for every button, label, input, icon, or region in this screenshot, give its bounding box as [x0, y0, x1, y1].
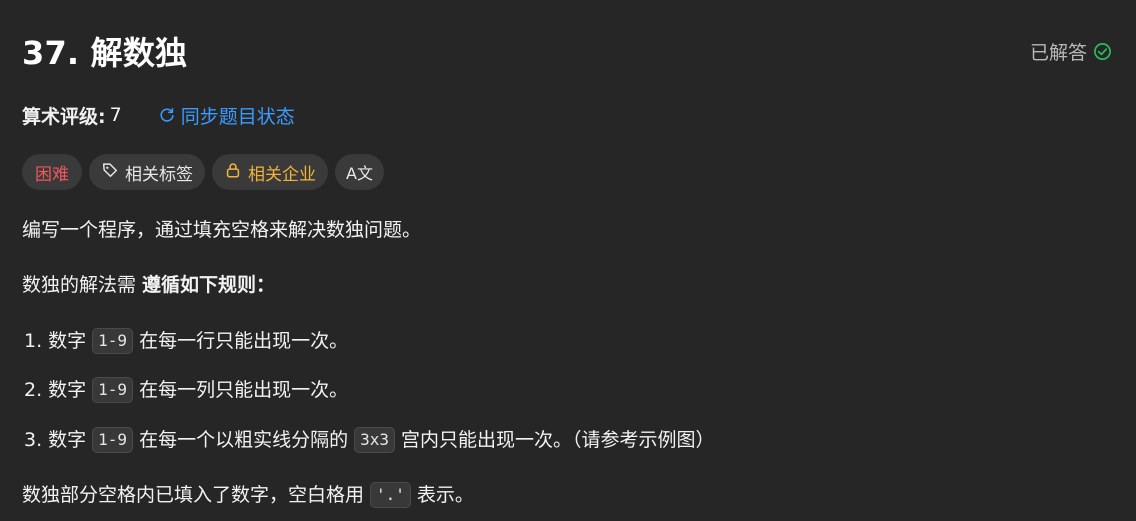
solved-label: 已解答: [1029, 41, 1087, 64]
related-tags-button[interactable]: 相关标签: [89, 154, 205, 190]
note-prefix: 数独部分空格内已填入了数字，空白格用: [22, 484, 365, 506]
related-tags-label: 相关标签: [125, 164, 193, 185]
inline-code: 1-9: [92, 427, 134, 453]
inline-code: 1-9: [92, 377, 134, 403]
rule-prefix: 数字: [48, 379, 87, 401]
problem-title[interactable]: 37. 解数独: [22, 28, 187, 74]
inline-code: 1-9: [92, 328, 134, 354]
related-companies-button[interactable]: 相关企业: [212, 154, 328, 190]
rules-intro-prefix: 数独的解法需: [22, 274, 143, 296]
note-suffix: 表示。: [416, 484, 474, 506]
sync-status-button[interactable]: 同步题目状态: [158, 102, 295, 129]
rule-number: 3.: [24, 429, 43, 451]
rule-prefix: 数字: [48, 429, 87, 451]
difficulty-label: 困难: [35, 164, 69, 185]
rules-intro-bold: 遵循如下规则：: [142, 274, 276, 296]
rule-prefix: 数字: [48, 330, 87, 352]
rule-middle: 在每一个以粗实线分隔的: [139, 429, 349, 451]
rating-label: 算术评级:: [22, 105, 106, 128]
lock-icon: [224, 161, 242, 184]
translate-label: A文: [346, 164, 373, 183]
input-format-note: 数独部分空格内已填入了数字，空白格用 '.' 表示。: [22, 481, 474, 509]
refresh-icon: [158, 106, 176, 124]
rules-intro: 数独的解法需 遵循如下规则：: [22, 271, 275, 299]
rule-number: 1.: [24, 330, 43, 352]
tag-icon: [101, 161, 119, 184]
solved-status: 已解答: [1030, 38, 1112, 65]
problem-description-panel: 37. 解数独 已解答 算术评级: 7 同步题目状态 困难 相关标签 相关企业 …: [0, 0, 1136, 521]
title-row: 37. 解数独 已解答: [22, 28, 1112, 74]
rule-number: 2.: [24, 379, 43, 401]
rule-item: 3. 数字 1-9 在每一个以粗实线分隔的 3x3 宫内只能出现一次。（请参考示…: [24, 426, 715, 454]
sync-label: 同步题目状态: [180, 105, 295, 128]
difficulty-badge: 困难: [22, 154, 82, 190]
rule-item: 1. 数字 1-9 在每一行只能出现一次。: [24, 327, 348, 355]
inline-code: '.': [370, 482, 411, 508]
inline-code: 3x3: [354, 427, 395, 453]
check-circle-icon: [1093, 42, 1112, 61]
rating-value: 7: [109, 104, 122, 126]
meta-row: 算术评级: 7 同步题目状态: [22, 100, 295, 130]
description-intro: 编写一个程序，通过填充空格来解决数独问题。: [22, 219, 422, 241]
rule-suffix: 在每一列只能出现一次。: [139, 379, 349, 401]
rule-suffix: 在每一行只能出现一次。: [139, 330, 349, 352]
rule-suffix: 宫内只能出现一次。（请参考示例图）: [400, 429, 715, 451]
related-companies-label: 相关企业: [248, 164, 316, 185]
rule-item: 2. 数字 1-9 在每一列只能出现一次。: [24, 376, 348, 404]
tags-row: 困难 相关标签 相关企业 A文: [22, 154, 384, 190]
translate-button[interactable]: A文: [335, 154, 384, 190]
